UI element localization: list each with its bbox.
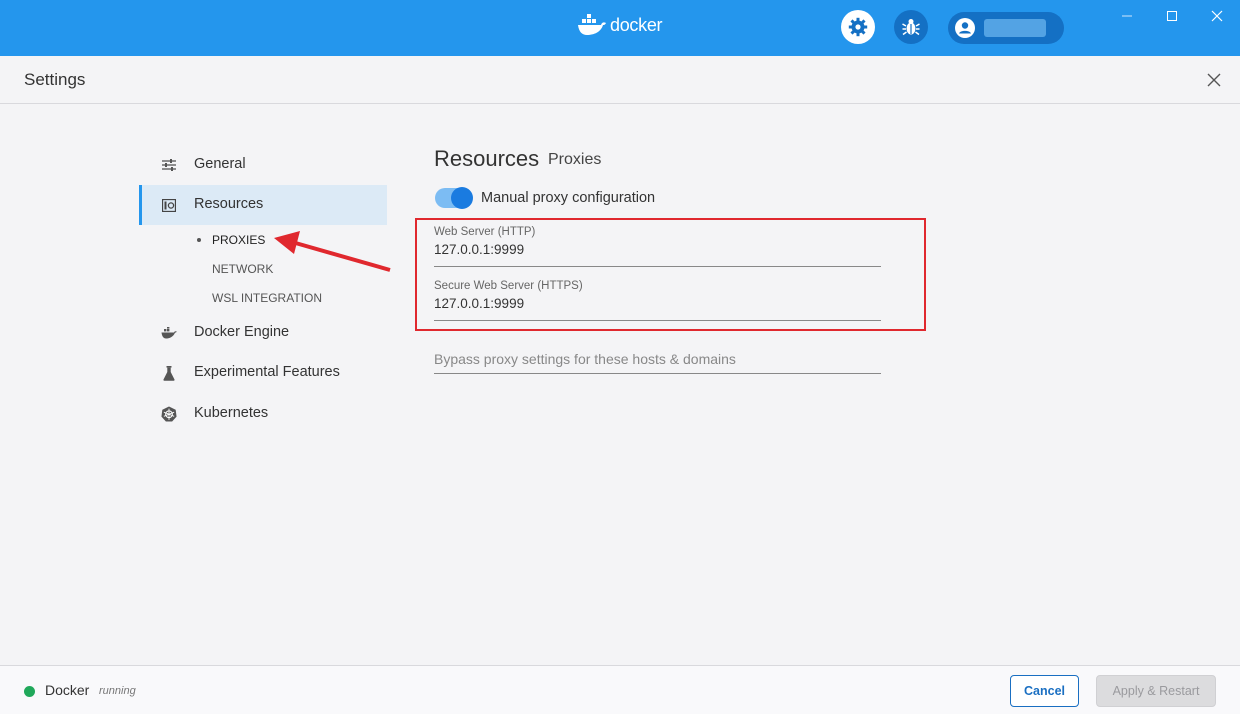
bug-icon [902, 19, 920, 36]
sidebar-subitem-wsl-integration[interactable]: WSL INTEGRATION [212, 291, 322, 305]
status-footer: Docker running Cancel Apply & Restart [0, 665, 1240, 714]
sidebar-item-label: Kubernetes [194, 405, 269, 421]
sidebar-item-label: Resources [194, 196, 264, 212]
https-proxy-label: Secure Web Server (HTTPS) [434, 280, 583, 292]
http-proxy-value[interactable]: 127.0.0.1:9999 [434, 242, 881, 262]
settings-button[interactable] [841, 10, 875, 44]
http-proxy-field[interactable]: Web Server (HTTP) 127.0.0.1:9999 [434, 226, 881, 267]
sidebar-subitem-proxies[interactable]: PROXIES [212, 233, 265, 247]
title-bar: docker [0, 0, 1240, 56]
account-button[interactable] [948, 12, 1064, 44]
apply-restart-button[interactable]: Apply & Restart [1096, 675, 1216, 707]
resources-icon [161, 197, 177, 213]
toggle-knob [451, 187, 473, 209]
http-proxy-label: Web Server (HTTP) [434, 226, 536, 238]
account-icon [955, 18, 975, 38]
annotation-arrow [274, 231, 391, 272]
bypass-proxy-field[interactable]: Bypass proxy settings for these hosts & … [434, 351, 881, 374]
status-text: running [99, 685, 136, 697]
manual-proxy-label: Manual proxy configuration [481, 190, 656, 206]
minimize-button[interactable] [1112, 4, 1142, 28]
sidebar-item-experimental-features[interactable]: Experimental Features [139, 353, 387, 393]
maximize-button[interactable] [1157, 4, 1187, 28]
docker-whale-icon [578, 14, 606, 35]
status-indicator [24, 686, 35, 697]
window-close-button[interactable] [1202, 4, 1232, 28]
close-settings-button[interactable] [1203, 69, 1225, 91]
sidebar-item-label: General [194, 156, 246, 172]
section-subtitle: Proxies [548, 151, 602, 168]
cancel-button[interactable]: Cancel [1010, 675, 1079, 707]
sidebar-item-general[interactable]: General [139, 145, 387, 185]
sidebar-item-kubernetes[interactable]: Kubernetes [139, 394, 387, 434]
whale-icon [161, 325, 177, 341]
brand-name: docker [610, 14, 663, 35]
active-bullet [197, 238, 201, 242]
maximize-icon [1167, 11, 1177, 21]
settings-header: Settings [0, 56, 1240, 104]
account-name-redacted [984, 19, 1046, 37]
sidebar-item-docker-engine[interactable]: Docker Engine [139, 313, 387, 353]
docker-logo: docker [577, 14, 663, 36]
bypass-proxy-placeholder[interactable]: Bypass proxy settings for these hosts & … [434, 351, 881, 371]
sidebar-subitem-network[interactable]: NETWORK [212, 262, 273, 276]
kubernetes-icon [161, 406, 177, 422]
app-name: Docker [45, 682, 90, 698]
close-icon [1207, 73, 1221, 87]
https-proxy-value[interactable]: 127.0.0.1:9999 [434, 296, 881, 316]
https-proxy-field[interactable]: Secure Web Server (HTTPS) 127.0.0.1:9999 [434, 280, 881, 321]
gear-icon [848, 17, 868, 37]
page-title: Settings [24, 70, 86, 89]
sliders-icon [161, 157, 177, 173]
troubleshoot-button[interactable] [894, 10, 928, 44]
section-title: Resources [434, 146, 540, 171]
sidebar-item-resources[interactable]: Resources [139, 185, 387, 225]
flask-icon [161, 365, 177, 381]
minimize-icon [1122, 15, 1132, 17]
close-icon [1211, 10, 1223, 22]
sidebar-item-label: Experimental Features [194, 364, 340, 380]
sidebar-item-label: Docker Engine [194, 324, 290, 340]
manual-proxy-toggle[interactable] [435, 187, 473, 209]
